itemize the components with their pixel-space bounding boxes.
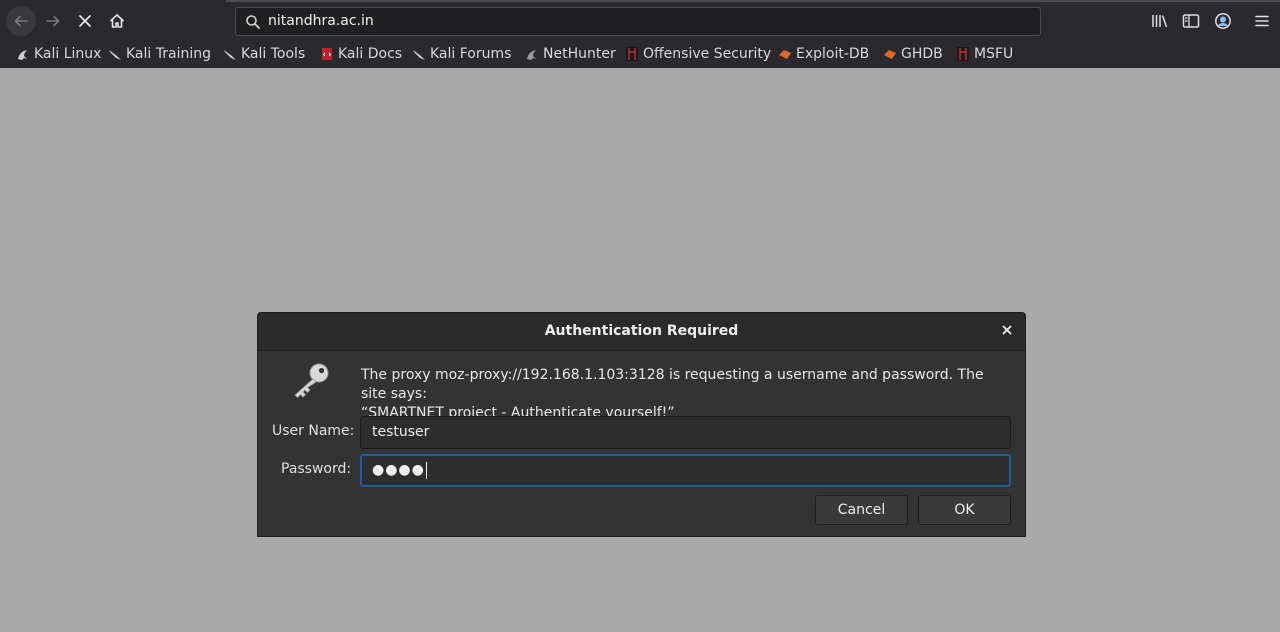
password-masked-value: ●●●● — [372, 462, 425, 478]
dialog-message-line1: The proxy moz-proxy://192.168.1.103:3128… — [361, 367, 984, 402]
ghdb-icon — [884, 50, 896, 59]
bookmark-label: Kali Tools — [241, 46, 306, 62]
bookmark-kali-tools[interactable]: Kali Tools — [223, 44, 305, 64]
username-field[interactable]: testuser — [360, 416, 1011, 449]
bookmark-label: NetHunter — [543, 46, 616, 62]
kali-dragon-icon — [413, 50, 425, 60]
account-icon — [1215, 13, 1231, 29]
bookmark-label: Kali Docs — [338, 46, 403, 62]
nethunter-icon — [527, 50, 536, 60]
bookmark-label: Kali Forums — [430, 46, 512, 62]
exploit-db-icon — [779, 50, 791, 59]
sidebar-icon — [1182, 14, 1200, 28]
bookmark-kali-training[interactable]: Kali Training — [108, 44, 211, 64]
authentication-dialog: Authentication Required The proxy moz-pr… — [257, 312, 1026, 537]
stop-button[interactable] — [70, 6, 100, 36]
bookmark-ghdb[interactable]: GHDB — [883, 44, 943, 64]
browser-chrome: nitandhra.ac.in Kali Linux Kali Training… — [0, 0, 1280, 69]
library-button[interactable] — [1150, 11, 1170, 31]
text-cursor — [425, 461, 427, 479]
bookmark-kali-docs[interactable]: Kali Docs — [320, 44, 402, 64]
offsec-icon — [626, 47, 638, 61]
dialog-message: The proxy moz-proxy://192.168.1.103:3128… — [361, 366, 1011, 423]
password-field[interactable]: ●●●● — [360, 454, 1011, 487]
bookmark-label: Offensive Security — [643, 46, 772, 62]
back-arrow-icon — [14, 15, 28, 27]
back-button[interactable] — [6, 6, 36, 36]
url-text: nitandhra.ac.in — [268, 13, 374, 29]
cancel-button[interactable]: Cancel — [815, 495, 908, 525]
library-icon — [1152, 15, 1168, 28]
account-button[interactable] — [1213, 11, 1233, 31]
forward-arrow-icon — [46, 15, 60, 27]
bookmarks-toolbar: Kali Linux Kali Training Kali Tools Kali… — [0, 42, 1280, 66]
home-icon — [109, 14, 125, 28]
bookmark-offensive-security[interactable]: Offensive Security — [625, 44, 771, 64]
kali-docs-icon — [322, 48, 332, 60]
bookmark-label: Kali Linux — [34, 46, 102, 62]
bookmark-label: Kali Training — [126, 46, 211, 62]
bookmark-kali-linux[interactable]: Kali Linux — [16, 44, 101, 64]
key-icon — [294, 363, 329, 399]
kali-dragon-icon — [109, 50, 121, 60]
bookmark-msfu[interactable]: MSFU — [956, 44, 1013, 64]
ok-button[interactable]: OK — [918, 495, 1011, 525]
stop-loading-icon — [79, 15, 91, 27]
hamburger-menu-icon — [1255, 15, 1269, 27]
navigation-toolbar: nitandhra.ac.in — [0, 0, 1280, 42]
username-label: User Name: — [272, 423, 355, 439]
sidebar-button[interactable] — [1181, 11, 1201, 31]
bookmark-label: MSFU — [974, 46, 1014, 62]
home-button[interactable] — [102, 6, 132, 36]
forward-button[interactable] — [38, 6, 68, 36]
kali-dragon-icon — [18, 50, 27, 60]
bookmark-label: GHDB — [901, 46, 943, 62]
close-icon — [1002, 325, 1012, 335]
kali-dragon-icon — [224, 50, 236, 60]
msfu-icon — [957, 47, 969, 61]
close-button[interactable] — [999, 322, 1015, 338]
url-bar[interactable]: nitandhra.ac.in — [235, 7, 1041, 36]
bookmark-exploit-db[interactable]: Exploit-DB — [778, 44, 869, 64]
search-icon — [246, 15, 260, 29]
dialog-title: Authentication Required — [544, 323, 739, 339]
bookmark-nethunter[interactable]: NetHunter — [525, 44, 616, 64]
dialog-header: Authentication Required — [258, 313, 1025, 351]
bookmark-label: Exploit-DB — [796, 46, 870, 62]
password-label: Password: — [281, 461, 352, 477]
bookmark-kali-forums[interactable]: Kali Forums — [412, 44, 511, 64]
menu-button[interactable] — [1252, 11, 1272, 31]
